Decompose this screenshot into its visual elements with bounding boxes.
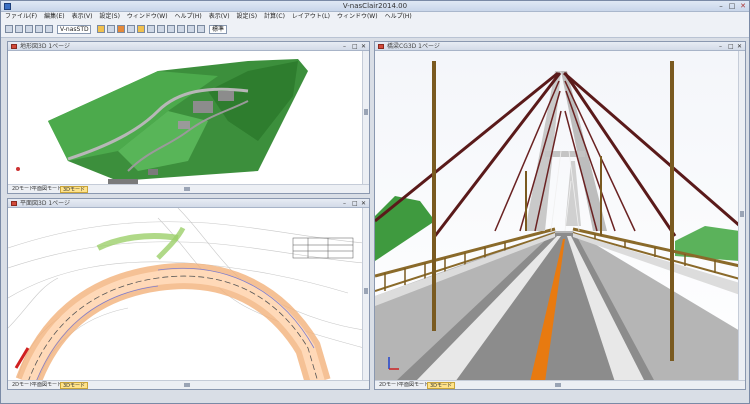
zoom-out-icon[interactable] <box>35 25 43 33</box>
bridge-3d-render <box>375 51 738 380</box>
panel-title: 地形図3D 1ページ <box>20 43 71 50</box>
move-icon[interactable] <box>187 25 195 33</box>
vertical-scrollbar[interactable] <box>362 208 369 380</box>
plan-drawing <box>8 208 362 380</box>
title-bar: V-nasClair2014.00 – □ ✕ <box>1 1 749 12</box>
minimize-icon[interactable]: – <box>717 2 725 10</box>
measure-icon[interactable] <box>167 25 175 33</box>
menu-view[interactable]: 表示(V) <box>72 12 93 22</box>
panel-header: 地形図3D 1ページ – □ ✕ <box>8 42 369 51</box>
vertical-scrollbar[interactable] <box>738 51 745 380</box>
tab-3d-mode[interactable]: 3Dモード <box>60 186 89 193</box>
close-icon[interactable]: ✕ <box>361 42 366 51</box>
close-icon[interactable]: ✕ <box>737 42 742 51</box>
menu-view-2[interactable]: 表示(V) <box>209 12 230 22</box>
scroll-thumb[interactable] <box>364 288 368 294</box>
copy-icon[interactable] <box>197 25 205 33</box>
minimize-icon[interactable]: – <box>719 42 722 51</box>
tab-3d-mode[interactable]: 3Dモード <box>427 382 456 389</box>
tab-plan-mode[interactable]: 平面図モード <box>30 382 64 389</box>
scroll-thumb[interactable] <box>740 211 744 217</box>
document-icon <box>11 201 17 206</box>
menu-window-2[interactable]: ウィンドウ(W) <box>337 12 378 22</box>
menu-calc[interactable]: 計算(C) <box>264 12 285 22</box>
maximize-icon[interactable]: □ <box>728 42 734 51</box>
maximize-icon[interactable]: □ <box>352 42 358 51</box>
scroll-thumb[interactable] <box>364 109 368 115</box>
plan-viewport[interactable] <box>8 208 362 380</box>
toolbar: V-nasSTD 標準 <box>1 22 749 38</box>
menu-settings[interactable]: 設定(S) <box>99 12 120 22</box>
menu-help[interactable]: ヘルプ(H) <box>175 12 202 22</box>
paint-icon[interactable] <box>117 25 125 33</box>
bridge-viewport[interactable] <box>375 51 738 380</box>
maximize-icon[interactable]: □ <box>728 2 736 10</box>
menu-settings-2[interactable]: 設定(S) <box>237 12 258 22</box>
close-icon[interactable]: ✕ <box>361 199 366 208</box>
panel-header: 平面図3D 1ページ – □ ✕ <box>8 199 369 208</box>
close-icon[interactable]: ✕ <box>739 2 747 10</box>
panel-title: 橋梁CG3D 1ページ <box>387 43 440 50</box>
tab-plan-mode[interactable]: 平面図モード <box>30 186 64 193</box>
select-icon[interactable] <box>177 25 185 33</box>
grid-icon[interactable] <box>107 25 115 33</box>
tab-3d-mode[interactable]: 3Dモード <box>60 382 89 389</box>
terrain-3d-model <box>8 51 362 184</box>
terrain-3d-panel: 地形図3D 1ページ – □ ✕ 2Dモード 平面図モード 3Dモード <box>7 41 370 194</box>
scale-dropdown[interactable]: 標準 <box>209 25 227 34</box>
style-dropdown[interactable]: V-nasSTD <box>57 25 91 34</box>
open-file-icon[interactable] <box>15 25 23 33</box>
panel-title: 平面図3D 1ページ <box>20 200 71 207</box>
menu-edit[interactable]: 編集(E) <box>44 12 64 22</box>
light-icon[interactable] <box>137 25 145 33</box>
panel-footer: 2Dモード 平面図モード 3Dモード <box>8 184 369 193</box>
camera-icon[interactable] <box>147 25 155 33</box>
panel-header: 橋梁CG3D 1ページ – □ ✕ <box>375 42 745 51</box>
layer-icon[interactable] <box>97 25 105 33</box>
minimize-icon[interactable]: – <box>343 42 346 51</box>
new-file-icon[interactable] <box>5 25 13 33</box>
panel-footer: 2Dモード 平面図モード 3Dモード <box>375 380 745 389</box>
minimize-icon[interactable]: – <box>343 199 346 208</box>
horizontal-scroll-thumb[interactable] <box>184 383 190 387</box>
horizontal-scroll-thumb[interactable] <box>555 383 561 387</box>
snap-icon[interactable] <box>127 25 135 33</box>
zoom-in-icon[interactable] <box>25 25 33 33</box>
rotate-icon[interactable] <box>157 25 165 33</box>
tab-plan-mode[interactable]: 平面図モード <box>397 382 431 389</box>
horizontal-scroll-thumb[interactable] <box>184 187 190 191</box>
menu-file[interactable]: ファイル(F) <box>5 12 37 22</box>
maximize-icon[interactable]: □ <box>352 199 358 208</box>
terrain-viewport[interactable] <box>8 51 362 184</box>
menu-layout[interactable]: レイアウト(L) <box>292 12 330 22</box>
vertical-scrollbar[interactable] <box>362 51 369 184</box>
plan-drawing-panel: 平面図3D 1ページ – □ ✕ 2Dモード 平面図モード 3Dモード <box>7 198 370 390</box>
menu-help-2[interactable]: ヘルプ(H) <box>385 12 412 22</box>
application-window: V-nasClair2014.00 – □ ✕ ファイル(F) 編集(E) 表示… <box>0 0 750 404</box>
bridge-3d-panel: 橋梁CG3D 1ページ – □ ✕ 2Dモード 平面図モード 3Dモード <box>374 41 746 390</box>
menu-bar: ファイル(F) 編集(E) 表示(V) 設定(S) ウィンドウ(W) ヘルプ(H… <box>1 12 749 22</box>
document-icon <box>11 44 17 49</box>
window-title: V-nasClair2014.00 <box>342 2 408 10</box>
menu-window[interactable]: ウィンドウ(W) <box>127 12 168 22</box>
document-icon <box>378 44 384 49</box>
pan-icon[interactable] <box>45 25 53 33</box>
panel-footer: 2Dモード 平面図モード 3Dモード <box>8 380 369 389</box>
